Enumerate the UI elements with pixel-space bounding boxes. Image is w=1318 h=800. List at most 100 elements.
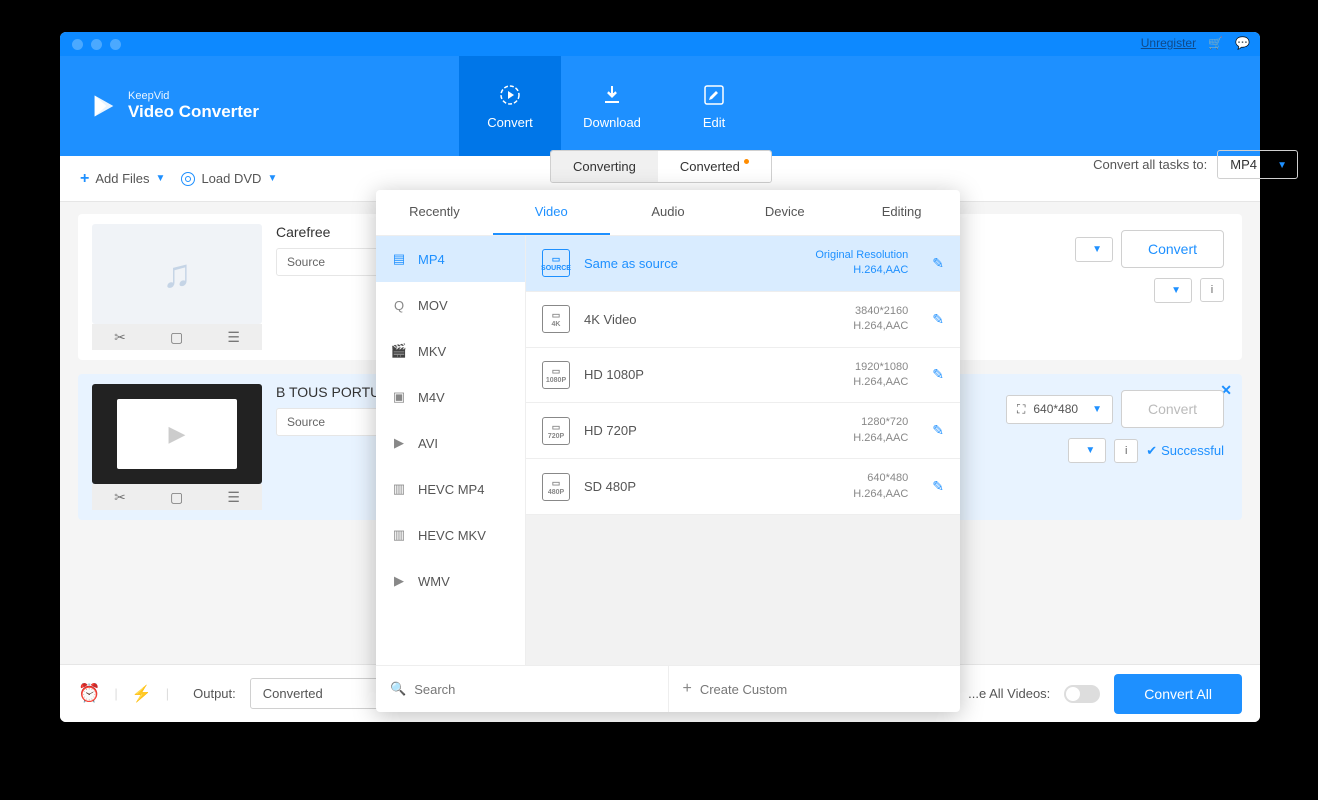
create-custom-button[interactable]: + Create Custom [669,666,961,712]
download-icon [600,83,624,107]
chat-icon[interactable]: 💬 [1235,36,1250,50]
add-files-label: Add Files [95,171,149,186]
info-button[interactable]: i [1114,439,1138,463]
convert-to-select[interactable]: MP4▼ [1217,150,1298,179]
thumbnail-audio[interactable]: ♫ [92,224,262,324]
crop-icon[interactable]: ▢ [170,329,183,346]
logo-text-2: Video Converter [128,102,259,122]
disc-icon [181,172,195,186]
traffic-light-close[interactable] [72,39,83,50]
format-icon: ▥ [390,480,408,498]
convert-button: Convert [1121,390,1224,428]
resolution-icon: ⛶ [1017,402,1025,417]
cart-icon[interactable]: 🛒 [1208,36,1223,50]
format-icon: 🎬 [390,342,408,360]
accelerate-icon[interactable]: ⚡ [132,684,152,704]
format-list[interactable]: ▤MP4QMOV🎬MKV▣M4V▶AVI▥HEVC MP4▥HEVC MKV▶W… [376,236,526,665]
thumb-toolbar: ✂ ▢ ☰ [92,324,262,350]
convert-all-button[interactable]: Convert All [1114,674,1242,714]
format-item-hevc-mp4[interactable]: ▥HEVC MP4 [376,466,525,512]
edit-preset-icon[interactable]: ✎ [932,366,944,383]
thumbnail-video[interactable]: ▶ [92,384,262,484]
resolution-meta: Original ResolutionH.264,AAC [815,248,908,279]
notification-dot-icon [744,159,749,164]
edit-preset-icon[interactable]: ✎ [932,478,944,495]
format-item-mkv[interactable]: 🎬 MKV [376,328,525,374]
tab-converted[interactable]: Converted [658,151,771,182]
output-resolution: 640*480 [1033,402,1078,416]
nav-edit[interactable]: Edit [663,56,765,156]
resolution-meta: 3840*2160H.264,AAC [853,304,908,335]
resolution-item[interactable]: ▭720PHD 720P1280*720H.264,AAC✎ [526,403,960,459]
output-format-select[interactable]: ▼ [1075,237,1113,262]
resolution-item[interactable]: ▭480PSD 480P640*480H.264,AAC✎ [526,459,960,515]
sliders-icon[interactable]: ☰ [227,329,240,346]
tab-video[interactable]: Video [493,190,610,235]
resolution-meta: 1920*1080H.264,AAC [853,360,908,391]
schedule-icon[interactable]: ⏰ [78,683,100,704]
chevron-down-icon: ▼ [1277,160,1287,171]
edit-preset-icon[interactable]: ✎ [932,311,944,328]
format-item-hevc-mkv[interactable]: ▥HEVC MKV [376,512,525,558]
tab-editing[interactable]: Editing [843,190,960,235]
nav-convert-label: Convert [487,115,533,130]
format-item-m4v[interactable]: ▣M4V [376,374,525,420]
format-item-mp4[interactable]: ▤ MP4 [376,236,525,282]
info-button[interactable]: i [1200,278,1224,302]
format-label: MP4 [418,252,445,267]
load-dvd-button[interactable]: Load DVD ▼ [181,171,277,186]
scissors-icon[interactable]: ✂ [114,489,126,506]
nav-edit-label: Edit [703,115,725,130]
edit-preset-icon[interactable]: ✎ [932,255,944,272]
resolution-name: 4K Video [584,312,637,327]
resolution-icon: ▭SOURCE [542,249,570,277]
merge-toggle[interactable] [1064,685,1100,703]
chevron-down-icon: ▼ [1171,285,1181,296]
format-item-wmv[interactable]: ▶WMV [376,558,525,604]
tab-recently[interactable]: Recently [376,190,493,235]
chevron-down-icon: ▼ [156,173,166,184]
traffic-light-min[interactable] [91,39,102,50]
resolution-item[interactable]: ▭4K4K Video3840*2160H.264,AAC✎ [526,292,960,348]
traffic-light-max[interactable] [110,39,121,50]
unregister-link[interactable]: Unregister [1141,36,1196,50]
tab-audio[interactable]: Audio [610,190,727,235]
format-item-avi[interactable]: ▶AVI [376,420,525,466]
format-label: MKV [418,344,446,359]
format-item-mov[interactable]: QMOV [376,282,525,328]
nav-download[interactable]: Download [561,56,663,156]
tab-converting[interactable]: Converting [551,151,658,182]
format-icon: ▶ [390,434,408,452]
format-icon: ▣ [390,388,408,406]
source-label: Source [287,255,325,269]
header: KeepVid Video Converter Convert Download… [60,56,1260,156]
format-label: HEVC MKV [418,528,486,543]
secondary-select[interactable]: ▼ [1154,278,1192,303]
resolution-icon: ▭720P [542,417,570,445]
chevron-down-icon: ▼ [1092,244,1102,255]
secondary-select[interactable]: ▼ [1068,438,1106,463]
logo-text-1: KeepVid [128,90,259,102]
chevron-down-icon: ▼ [1092,404,1102,415]
scissors-icon[interactable]: ✂ [114,329,126,346]
nav-convert[interactable]: Convert [459,56,561,156]
edit-preset-icon[interactable]: ✎ [932,422,944,439]
search-placeholder: Search [414,682,455,697]
popup-footer: 🔍 Search + Create Custom [376,665,960,712]
search-field[interactable]: 🔍 Search [376,666,669,712]
convert-to-label: Convert all tasks to: [1093,157,1207,172]
resolution-list[interactable]: ▭SOURCESame as sourceOriginal Resolution… [526,236,960,665]
convert-button[interactable]: Convert [1121,230,1224,268]
crop-icon[interactable]: ▢ [170,489,183,506]
add-files-button[interactable]: + Add Files ▼ [80,170,165,188]
plus-icon: + [683,680,692,698]
tab-device[interactable]: Device [726,190,843,235]
format-icon: ▤ [390,250,408,268]
output-format-select[interactable]: ⛶ 640*480 ▼ [1006,395,1113,424]
resolution-item[interactable]: ▭1080PHD 1080P1920*1080H.264,AAC✎ [526,348,960,404]
sliders-icon[interactable]: ☰ [227,489,240,506]
resolution-name: SD 480P [584,479,636,494]
resolution-item[interactable]: ▭SOURCESame as sourceOriginal Resolution… [526,236,960,292]
format-label: MOV [418,298,448,313]
chevron-down-icon: ▼ [267,173,277,184]
